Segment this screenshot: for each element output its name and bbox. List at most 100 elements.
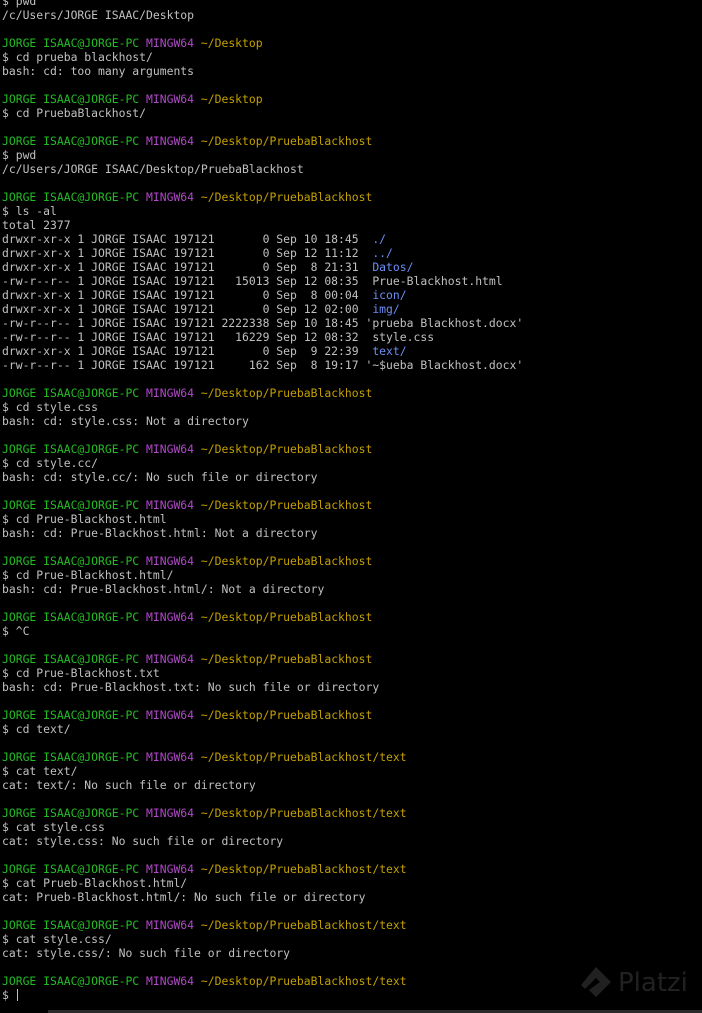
ls-entry-dirname: ./ <box>372 232 387 246</box>
command-line: $ pwd <box>2 0 702 8</box>
prompt-user: JORGE ISAAC@JORGE-PC <box>2 610 140 624</box>
ls-entry-meta: drwxr-xr-x 1 JORGE ISAAC 197121 0 Sep 10… <box>2 232 373 246</box>
prompt-system: MINGW64 <box>146 386 195 400</box>
prompt-user: JORGE ISAAC@JORGE-PC <box>2 554 140 568</box>
command-text: cd style.css <box>15 400 99 414</box>
ls-entry: drwxr-xr-x 1 JORGE ISAAC 197121 0 Sep 10… <box>2 232 702 246</box>
output-line: cat: Prueb-Blackhost.html/: No such file… <box>2 890 702 904</box>
output-line: /c/Users/JORGE ISAAC/Desktop <box>2 8 702 22</box>
text-cursor <box>16 989 18 1001</box>
prompt-path: ~/Desktop/PruebaBlackhost <box>200 708 373 722</box>
prompt-dollar: $ <box>2 400 16 414</box>
command-line: $ ls -al <box>2 204 702 218</box>
command-line: $ cat style.css/ <box>2 932 702 946</box>
prompt-path: ~/Desktop <box>200 36 263 50</box>
command-line: $ cd PruebaBlackhost/ <box>2 106 702 120</box>
prompt-path: ~/Desktop/PruebaBlackhost <box>200 652 373 666</box>
output-line: cat: style.css: No such file or director… <box>2 834 702 848</box>
command-text: cd text/ <box>15 722 71 736</box>
prompt-dollar: $ <box>2 988 16 1002</box>
prompt-user: JORGE ISAAC@JORGE-PC <box>2 498 140 512</box>
prompt-path: ~/Desktop/PruebaBlackhost/text <box>200 918 407 932</box>
prompt-path: ~/Desktop/PruebaBlackhost/text <box>200 750 407 764</box>
prompt-line: JORGE ISAAC@JORGE-PC MINGW64 ~/Desktop/P… <box>2 806 702 820</box>
prompt-user: JORGE ISAAC@JORGE-PC <box>2 652 140 666</box>
ls-entry-meta: -rw-r--r-- 1 JORGE ISAAC 197121 15013 Se… <box>2 274 373 288</box>
ls-entry: -rw-r--r-- 1 JORGE ISAAC 197121 15013 Se… <box>2 274 702 288</box>
ls-entry: -rw-r--r-- 1 JORGE ISAAC 197121 16229 Se… <box>2 330 702 344</box>
command-text: cd prueba blackhost/ <box>15 50 153 64</box>
output-text: cat: style.css: No such file or director… <box>2 834 284 848</box>
output-text: bash: cd: style.cc/: No such file or dir… <box>2 470 318 484</box>
prompt-user: JORGE ISAAC@JORGE-PC <box>2 974 140 988</box>
ls-entry: drwxr-xr-x 1 JORGE ISAAC 197121 0 Sep 8 … <box>2 288 702 302</box>
command-line: $ cd style.css <box>2 400 702 414</box>
prompt-line: JORGE ISAAC@JORGE-PC MINGW64 ~/Desktop/P… <box>2 652 702 666</box>
command-text: pwd <box>15 0 37 8</box>
output-text: bash: cd: Prue-Blackhost.txt: No such fi… <box>2 680 380 694</box>
command-text: cat style.css/ <box>15 932 112 946</box>
output-line: bash: cd: Prue-Blackhost.html/: Not a di… <box>2 582 702 596</box>
prompt-path: ~/Desktop/PruebaBlackhost <box>200 442 373 456</box>
prompt-path: ~/Desktop/PruebaBlackhost <box>200 554 373 568</box>
ls-entry-meta: drwxr-xr-x 1 JORGE ISAAC 197121 0 Sep 9 … <box>2 344 373 358</box>
prompt-line: JORGE ISAAC@JORGE-PC MINGW64 ~/Desktop/P… <box>2 190 702 204</box>
prompt-system: MINGW64 <box>146 750 195 764</box>
output-line: bash: cd: Prue-Blackhost.html: Not a dir… <box>2 526 702 540</box>
prompt-system: MINGW64 <box>146 806 195 820</box>
prompt-line: JORGE ISAAC@JORGE-PC MINGW64 ~/Desktop/P… <box>2 498 702 512</box>
prompt-path: ~/Desktop/PruebaBlackhost <box>200 190 373 204</box>
prompt-system: MINGW64 <box>146 92 195 106</box>
command-line: $ cd Prue-Blackhost.txt <box>2 666 702 680</box>
ls-entry: drwxr-xr-x 1 JORGE ISAAC 197121 0 Sep 9 … <box>2 344 702 358</box>
prompt-system: MINGW64 <box>146 652 195 666</box>
prompt-line: JORGE ISAAC@JORGE-PC MINGW64 ~/Desktop/P… <box>2 554 702 568</box>
output-line: cat: text/: No such file or directory <box>2 778 702 792</box>
command-line: $ cat text/ <box>2 764 702 778</box>
prompt-dollar: $ <box>2 820 16 834</box>
prompt-user: JORGE ISAAC@JORGE-PC <box>2 750 140 764</box>
output-line: /c/Users/JORGE ISAAC/Desktop/PruebaBlack… <box>2 162 702 176</box>
ls-entry-meta: -rw-r--r-- 1 JORGE ISAAC 197121 2222338 … <box>2 316 366 330</box>
prompt-path: ~/Desktop/PruebaBlackhost/text <box>200 974 407 988</box>
command-text: cd Prue-Blackhost.html/ <box>15 568 174 582</box>
ls-entry-filename: 'prueba Blackhost.docx' <box>365 316 524 330</box>
prompt-dollar: $ <box>2 204 16 218</box>
command-line: $ ^C <box>2 624 702 638</box>
prompt-path: ~/Desktop/PruebaBlackhost <box>200 610 373 624</box>
ls-entry-meta: drwxr-xr-x 1 JORGE ISAAC 197121 0 Sep 12… <box>2 246 373 260</box>
command-text: cd PruebaBlackhost/ <box>15 106 147 120</box>
output-text: bash: cd: too many arguments <box>2 64 195 78</box>
prompt-system: MINGW64 <box>146 862 195 876</box>
output-line: bash: cd: too many arguments <box>2 64 702 78</box>
ls-entry-filename: Prue-Blackhost.html <box>372 274 503 288</box>
command-line: $ pwd <box>2 148 702 162</box>
output-text: bash: cd: style.css: Not a directory <box>2 414 249 428</box>
ls-entry-dirname: img/ <box>372 302 400 316</box>
ls-entry-filename: style.css <box>372 330 435 344</box>
prompt-system: MINGW64 <box>146 918 195 932</box>
prompt-dollar: $ <box>2 722 16 736</box>
output-text: /c/Users/JORGE ISAAC/Desktop/PruebaBlack… <box>2 162 304 176</box>
command-text: cat text/ <box>15 764 78 778</box>
prompt-dollar: $ <box>2 512 16 526</box>
ls-entry: drwxr-xr-x 1 JORGE ISAAC 197121 0 Sep 12… <box>2 302 702 316</box>
ls-entry-meta: -rw-r--r-- 1 JORGE ISAAC 197121 16229 Se… <box>2 330 373 344</box>
terminal-output[interactable]: $ pwd/c/Users/JORGE ISAAC/Desktop JORGE … <box>2 0 702 1002</box>
prompt-system: MINGW64 <box>146 498 195 512</box>
output-line: bash: cd: style.css: Not a directory <box>2 414 702 428</box>
prompt-dollar: $ <box>2 106 16 120</box>
prompt-user: JORGE ISAAC@JORGE-PC <box>2 36 140 50</box>
ls-entry-meta: drwxr-xr-x 1 JORGE ISAAC 197121 0 Sep 8 … <box>2 260 373 274</box>
prompt-system: MINGW64 <box>146 708 195 722</box>
prompt-dollar: $ <box>2 876 16 890</box>
prompt-system: MINGW64 <box>146 134 195 148</box>
prompt-user: JORGE ISAAC@JORGE-PC <box>2 806 140 820</box>
